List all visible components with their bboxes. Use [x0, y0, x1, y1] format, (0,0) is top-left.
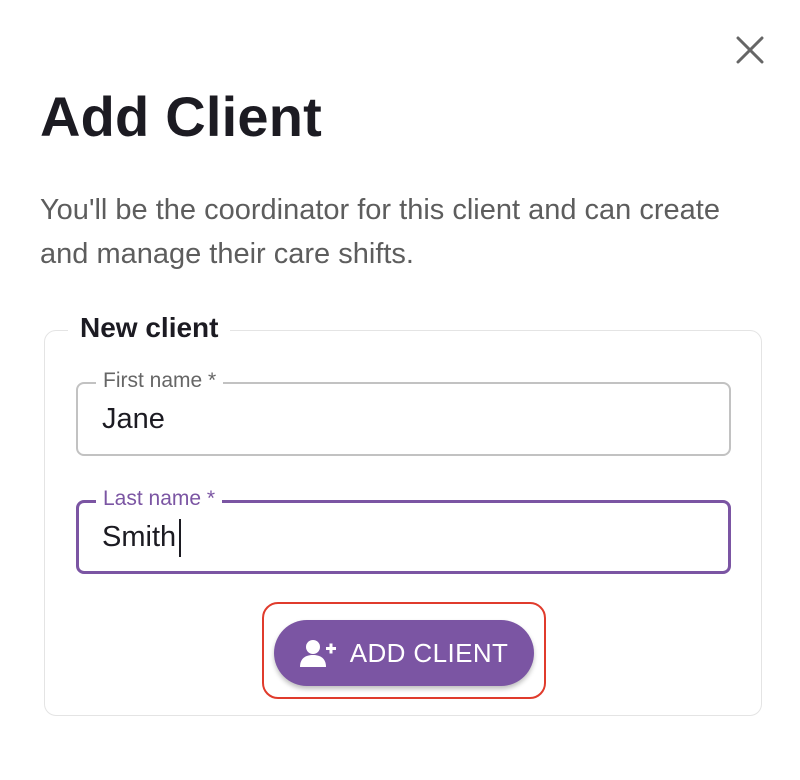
last-name-input[interactable] [102, 521, 702, 554]
dialog-description: You'll be the coordinator for this clien… [40, 194, 720, 270]
add-person-icon [299, 639, 336, 667]
add-client-dialog: Add Client You'll be the coordinator for… [0, 0, 800, 780]
fieldset-legend: New client [68, 312, 231, 344]
close-icon[interactable] [730, 30, 770, 70]
last-name-label: Last name * [96, 486, 223, 512]
add-client-button-label: ADD CLIENT [349, 637, 509, 668]
first-name-label: First name * [96, 368, 224, 394]
text-caret [179, 519, 181, 557]
first-name-field[interactable]: First name * [76, 368, 731, 456]
first-name-input[interactable] [102, 403, 702, 436]
last-name-field[interactable]: Last name * [76, 486, 731, 574]
add-client-button[interactable]: ADD CLIENT [274, 620, 534, 686]
dialog-title: Add Client [40, 85, 322, 148]
